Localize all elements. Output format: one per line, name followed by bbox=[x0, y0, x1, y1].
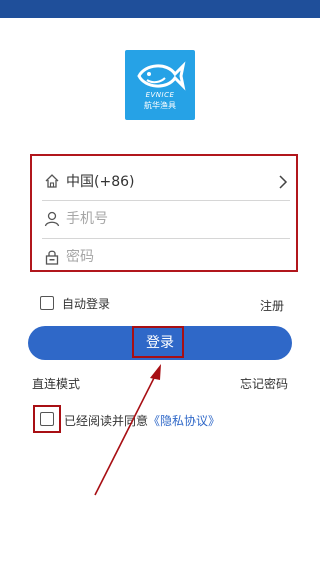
logo-sub-text: 航华渔具 bbox=[144, 101, 176, 110]
login-highlight-box bbox=[132, 326, 184, 358]
agreement-text: 已经阅读并同意《隐私协议》 bbox=[64, 412, 220, 429]
home-icon bbox=[42, 171, 62, 191]
auto-login-option[interactable]: 自动登录 bbox=[40, 294, 110, 312]
agreement-label: 已经阅读并同意 bbox=[64, 414, 149, 428]
direct-mode-link[interactable]: 直连模式 bbox=[32, 375, 80, 392]
user-icon bbox=[42, 209, 62, 229]
fish-logo-icon bbox=[137, 61, 186, 91]
region-label: 中国(+86) bbox=[66, 174, 135, 190]
password-input[interactable] bbox=[66, 249, 266, 265]
lock-icon bbox=[42, 247, 62, 267]
password-row bbox=[42, 238, 290, 276]
forgot-password-link[interactable]: 忘记密码 bbox=[240, 375, 288, 392]
chevron-right-icon bbox=[278, 174, 288, 193]
logo-brand-text: EVNICE bbox=[145, 91, 175, 99]
phone-input[interactable] bbox=[66, 211, 266, 227]
auto-login-checkbox[interactable] bbox=[40, 296, 54, 310]
agreement-checkbox[interactable] bbox=[40, 412, 54, 426]
region-selector[interactable]: 中国(+86) bbox=[42, 162, 290, 201]
phone-row bbox=[42, 200, 290, 239]
app-logo: EVNICE 航华渔具 bbox=[125, 50, 195, 120]
register-link[interactable]: 注册 bbox=[260, 297, 284, 314]
status-bar bbox=[0, 0, 320, 18]
login-form: 中国(+86) bbox=[30, 154, 298, 272]
privacy-policy-link[interactable]: 《隐私协议》 bbox=[148, 414, 220, 428]
auto-login-label: 自动登录 bbox=[62, 296, 111, 311]
